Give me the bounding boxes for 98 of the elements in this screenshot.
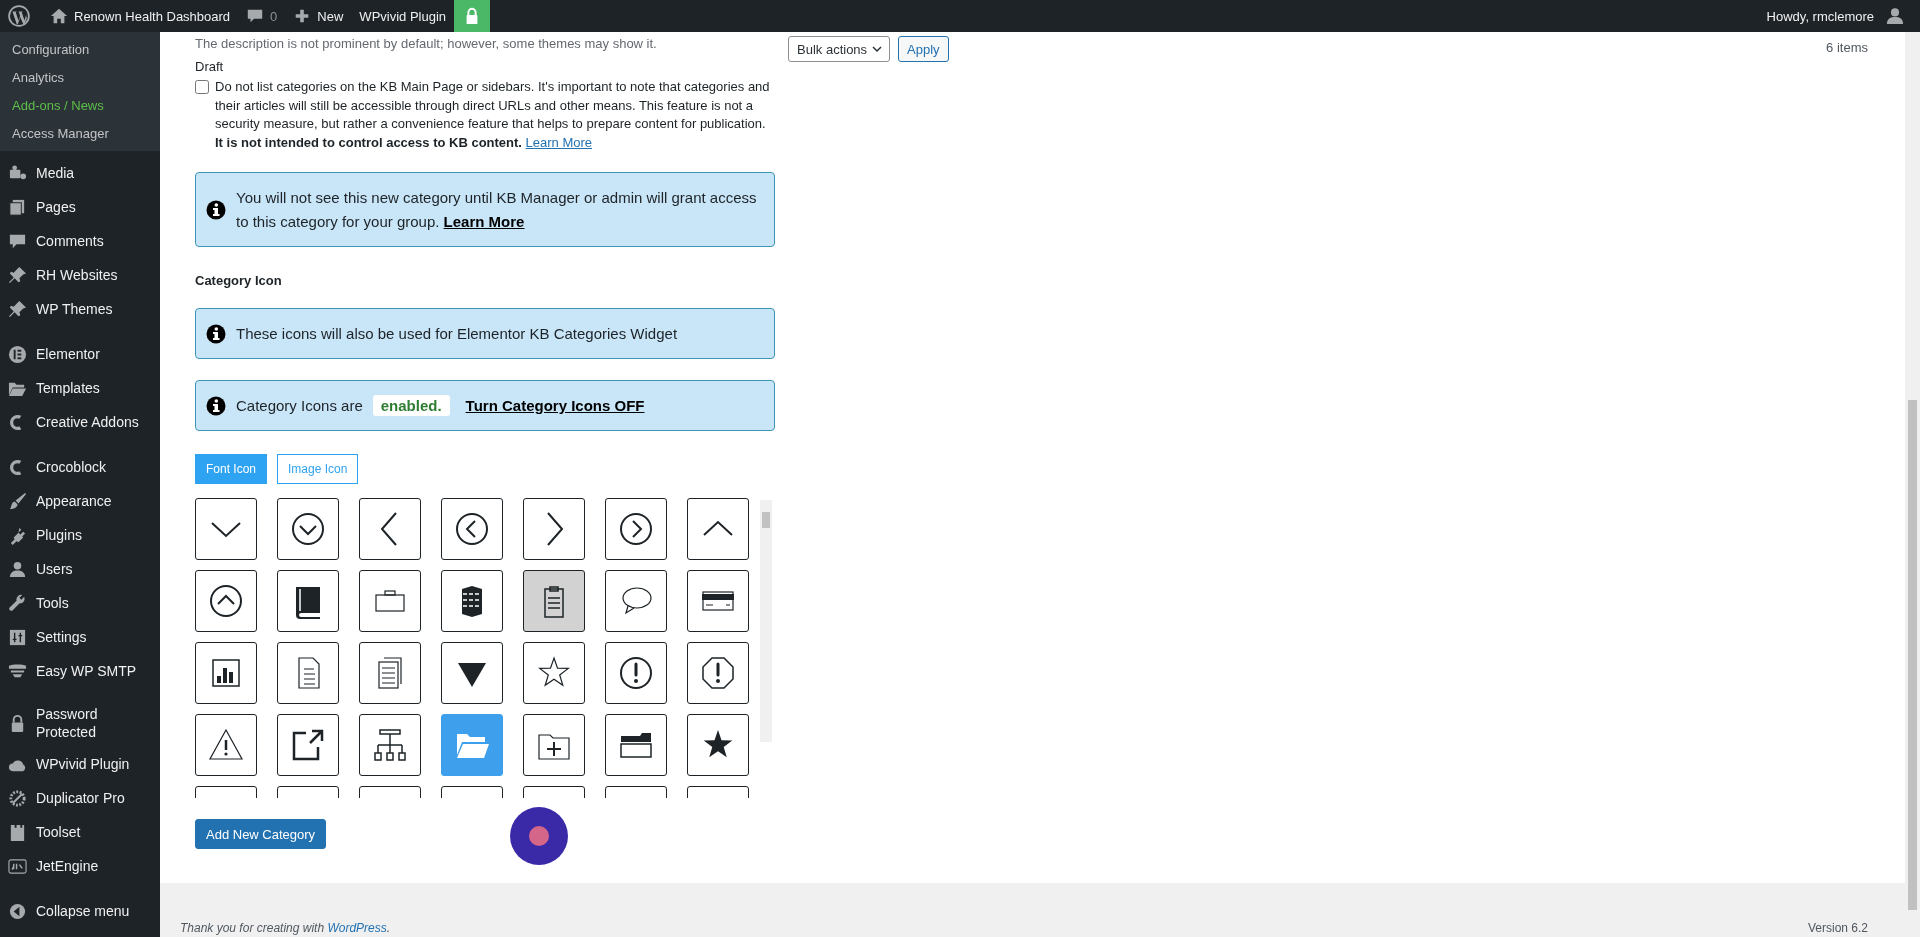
circle-e-icon: [8, 344, 27, 364]
submenu-item[interactable]: Access Manager: [0, 119, 160, 147]
status-badge: enabled.: [372, 395, 450, 416]
pin-icon: [8, 265, 27, 285]
status-notice-text: Category Icons are: [236, 395, 363, 416]
access-notice-text: You will not see this new category until KB Manager or admin will grant access to this category for your group. Learn More: [236, 187, 758, 232]
footer-credit: Thank you for creating with WordPress.: [180, 921, 391, 935]
menu-item[interactable]: WP Themes: [0, 292, 160, 326]
info-icon: [206, 395, 226, 416]
sliders-icon: [8, 627, 27, 647]
menu-item[interactable]: Settings: [0, 620, 160, 654]
menu-item[interactable]: Duplicator Pro: [0, 781, 160, 815]
caret-icon: [871, 43, 884, 55]
icon-option[interactable]: [523, 498, 585, 560]
version-text: Version 6.2: [1807, 921, 1868, 935]
icon-option[interactable]: [359, 642, 421, 704]
icon-option[interactable]: [441, 498, 503, 560]
icon-option[interactable]: [441, 642, 503, 704]
blocks-icon: [8, 822, 27, 842]
add-new-category-button[interactable]: Add New Category: [195, 819, 327, 849]
icon-option[interactable]: [359, 498, 421, 560]
submenu-item[interactable]: Configuration: [0, 35, 160, 63]
widget-notice-text: These icons will also be used for Elementor KB Categories Widget: [236, 323, 678, 344]
menu-item[interactable]: Easy WP SMTP: [0, 654, 160, 688]
home-icon: [50, 7, 68, 25]
pin-icon: [8, 299, 27, 319]
icon-option[interactable]: [359, 714, 421, 776]
menu-item[interactable]: Password Protected: [0, 699, 160, 747]
menu-item[interactable]: Toolset: [0, 815, 160, 849]
menu-item[interactable]: RH Websites: [0, 258, 160, 292]
person-icon: [8, 559, 27, 579]
icon-option[interactable]: [277, 642, 339, 704]
site-name-link[interactable]: Renown Health Dashboard: [42, 0, 239, 32]
icon-option[interactable]: [523, 570, 585, 632]
icon-option[interactable]: [687, 642, 749, 704]
icon-option[interactable]: [195, 714, 257, 776]
icon-list-scrollbar[interactable]: [760, 500, 772, 742]
menu-item[interactable]: Elementor: [0, 337, 160, 371]
plug-icon: [8, 525, 27, 545]
icon-option[interactable]: [277, 714, 339, 776]
page-scrollbar[interactable]: [1905, 32, 1920, 937]
new-content-link[interactable]: New: [285, 0, 352, 32]
floating-action-button[interactable]: [510, 807, 568, 865]
user-silhouette-icon: [1886, 7, 1904, 25]
plugin-link[interactable]: WPvivid Plugin: [351, 0, 455, 32]
icon-option[interactable]: [277, 570, 339, 632]
icon-option[interactable]: [605, 498, 667, 560]
menu-item[interactable]: Plugins: [0, 518, 160, 552]
menu-item[interactable]: Creative Addons: [0, 405, 160, 439]
menu-item[interactable]: Crocoblock: [0, 450, 160, 484]
icon-option[interactable]: [605, 642, 667, 704]
info-icon: [206, 199, 226, 220]
bulk-actions-dropdown[interactable]: Bulk actions: [788, 36, 891, 62]
description-note: The description is not prominent by default; however, some themes may show it.: [195, 36, 658, 51]
draft-label: Draft: [195, 59, 225, 74]
icon-option[interactable]: [195, 642, 257, 704]
category-icon-heading: Category Icon: [195, 273, 283, 288]
icon-option[interactable]: [441, 570, 503, 632]
icon-option[interactable]: [359, 570, 421, 632]
icon-option[interactable]: [605, 570, 667, 632]
menu-item[interactable]: Media: [0, 156, 160, 190]
menu-item[interactable]: JetEngine: [0, 849, 160, 883]
paintbrush-icon: [8, 491, 27, 511]
menu-item[interactable]: Comments: [0, 224, 160, 258]
icon-option[interactable]: [687, 498, 749, 560]
menu-item[interactable]: WPvivid Plugin: [0, 747, 160, 781]
collapse-menu-button[interactable]: Collapse menu: [0, 894, 160, 928]
comments-link[interactable]: 0: [238, 0, 286, 32]
menu-item[interactable]: Pages: [0, 190, 160, 224]
icon-option[interactable]: [523, 714, 585, 776]
menu-item[interactable]: Tools: [0, 586, 160, 620]
submenu-item[interactable]: Analytics: [0, 63, 160, 91]
gear-icon: [8, 788, 27, 808]
menu-item[interactable]: Appearance: [0, 484, 160, 518]
icon-option[interactable]: [277, 498, 339, 560]
icon-option[interactable]: [523, 642, 585, 704]
wordpress-logo-icon[interactable]: [8, 5, 30, 27]
learn-more-link[interactable]: Learn More: [443, 212, 525, 230]
menu-item[interactable]: Templates: [0, 371, 160, 405]
submenu-item[interactable]: Add-ons / News: [0, 91, 160, 119]
apply-button[interactable]: Apply: [898, 36, 949, 62]
wordpress-link[interactable]: WordPress: [327, 921, 387, 935]
icon-option[interactable]: [687, 570, 749, 632]
wrench-icon: [8, 593, 27, 613]
icon-option[interactable]: [687, 714, 749, 776]
toggle-icons-link[interactable]: Turn Category Icons OFF: [465, 397, 645, 414]
account-link[interactable]: Howdy, rmclemore: [1758, 0, 1912, 32]
draft-checkbox[interactable]: [195, 80, 209, 94]
icon-option[interactable]: [195, 498, 257, 560]
item-count: 6 items: [1826, 40, 1868, 55]
draft-description: Do not list categories on the KB Main Page or sidebars. It's important to note that categories and their articles will still be accessible through direct URLs and other means. This feature is not a security measure, but rather a convenience feature that helps to prepare content for publication. It is not intended to control access to KB content. Learn More: [215, 78, 771, 152]
icon-option[interactable]: [605, 714, 667, 776]
icon-option[interactable]: [195, 570, 257, 632]
pages-icon: [8, 197, 27, 217]
lock-button[interactable]: [454, 0, 491, 32]
menu-item[interactable]: Users: [0, 552, 160, 586]
learn-more-link[interactable]: Learn More: [525, 134, 593, 150]
info-icon: [206, 323, 226, 344]
